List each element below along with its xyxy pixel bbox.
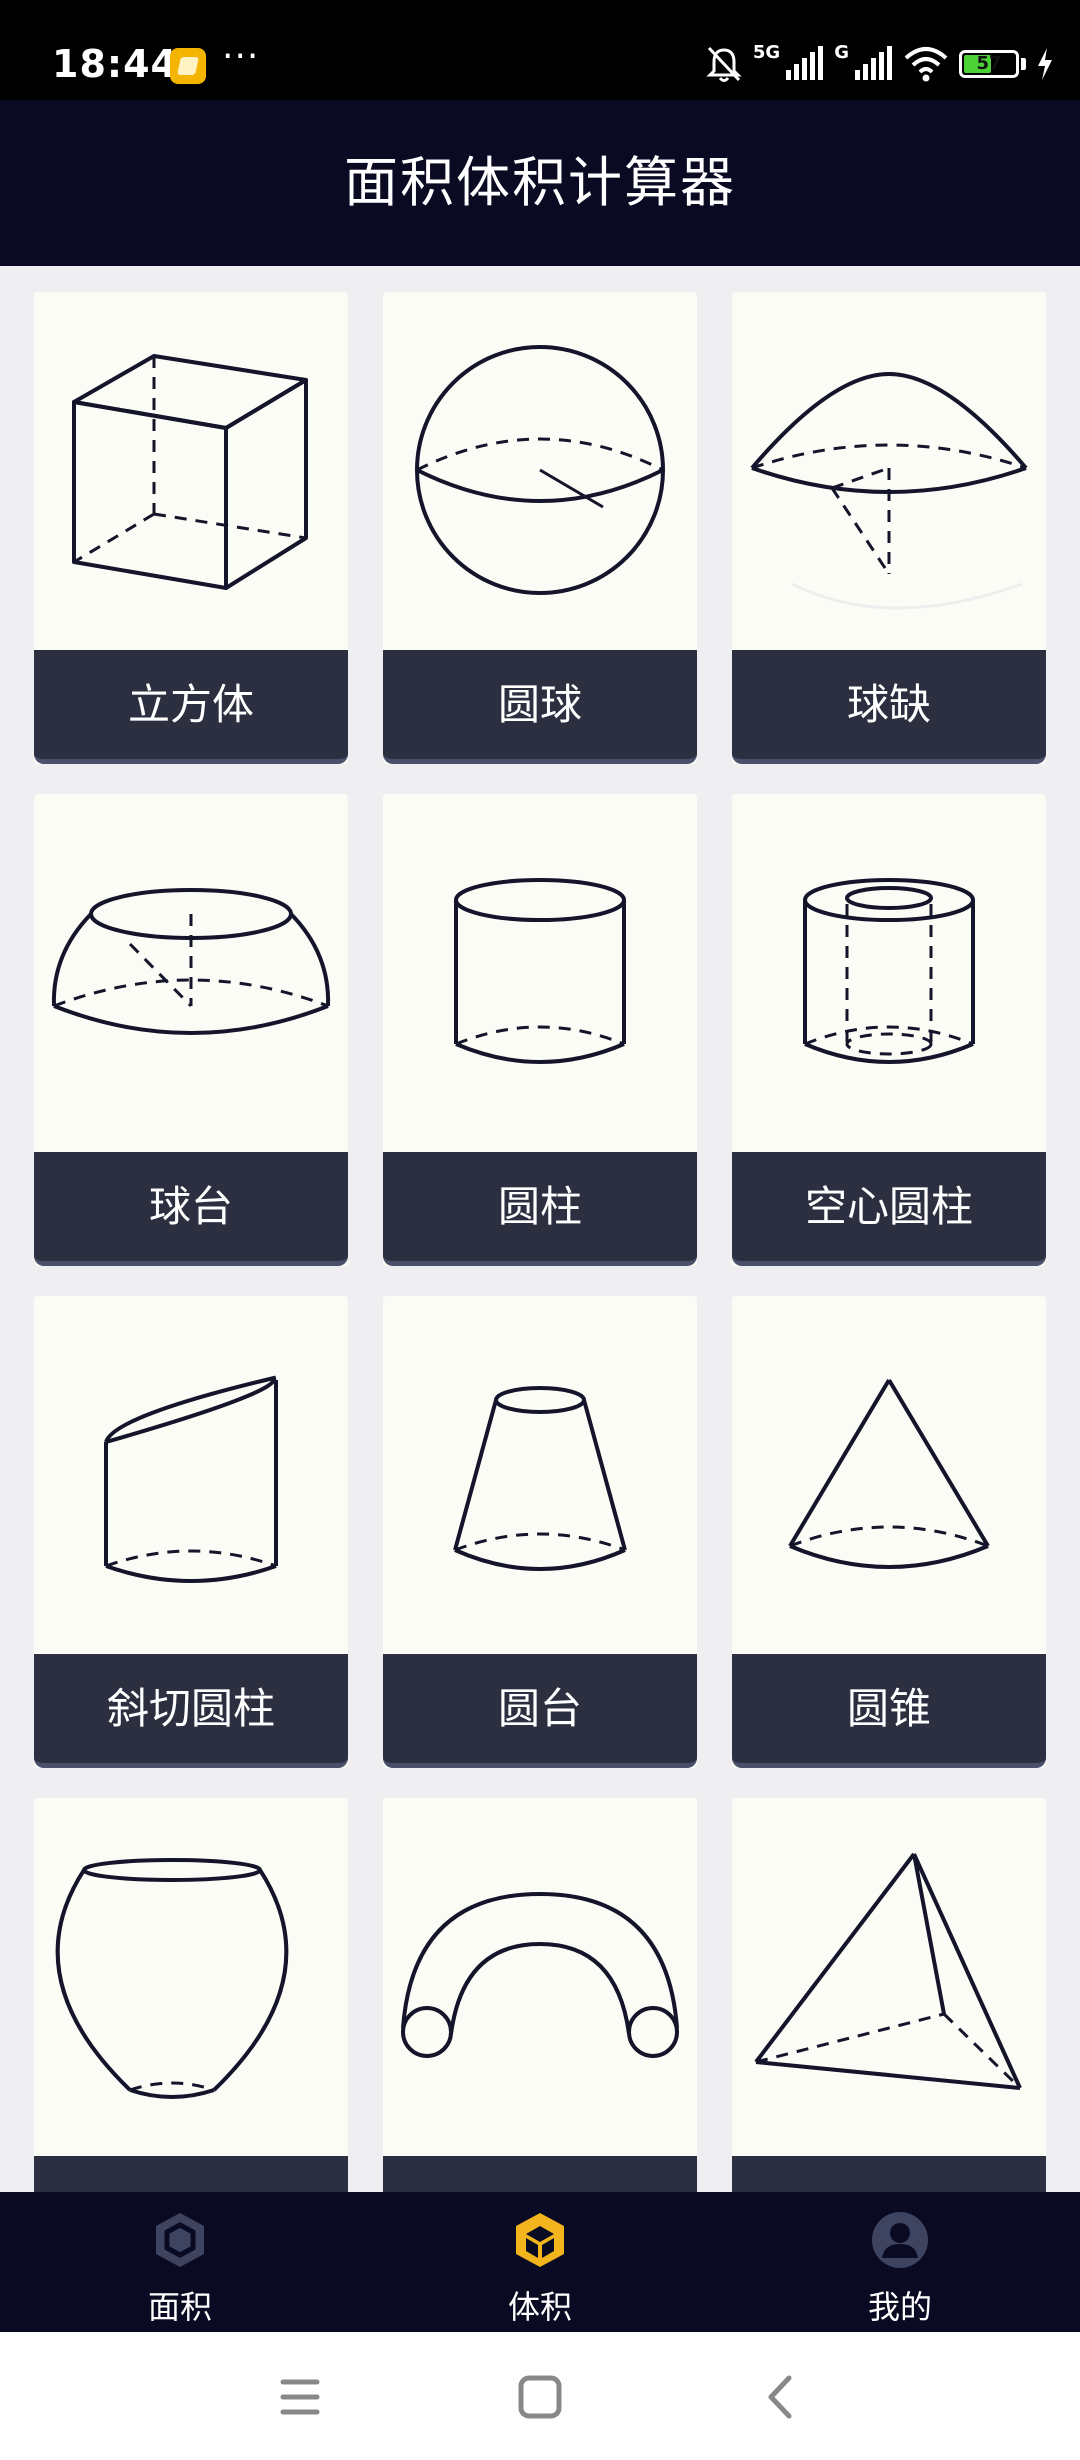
menu-icon[interactable] [265, 2362, 335, 2432]
shape-grid: 立方体 圆球 球缺 球台 圆柱 空心圆柱 斜切圆柱 圆台 圆锥 [34, 292, 1046, 2192]
cube-image [34, 292, 348, 650]
shape-label: 圆柱 [383, 1152, 697, 1266]
cylinder-image [383, 794, 697, 1152]
shape-card-cylinder[interactable]: 圆柱 [383, 794, 697, 1266]
shape-label: 空心圆柱 [732, 1152, 1046, 1266]
status-time: 18:44 [52, 42, 178, 86]
frustum-icon [453, 1386, 627, 1571]
cube-icon [72, 354, 308, 590]
shape-card-barrel[interactable] [34, 1798, 348, 2192]
tetrahedron-image [732, 1798, 1046, 2156]
nav-item-mine[interactable]: 我的 [800, 2192, 1000, 2332]
sphere-image [383, 292, 697, 650]
cone-icon [788, 1378, 990, 1569]
frustum-image [383, 1296, 697, 1654]
shape-label [383, 2156, 697, 2192]
shape-label: 斜切圆柱 [34, 1654, 348, 1768]
shape-card-cube[interactable]: 立方体 [34, 292, 348, 764]
signal-icon-2 [855, 46, 892, 80]
nav-label: 我的 [867, 2288, 932, 2326]
bottom-nav: 面积 体积 我的 [0, 2192, 1080, 2332]
hollow-cylinder-icon [803, 878, 975, 1064]
spherical-cap-icon [750, 371, 1028, 610]
nav-label: 面积 [147, 2288, 212, 2326]
shape-label [34, 2156, 348, 2192]
status-icons: 5G G 57 [705, 42, 1054, 86]
shape-card-cone[interactable]: 圆锥 [732, 1296, 1046, 1768]
tetrahedron-icon [754, 1852, 1022, 2090]
shape-label [732, 2156, 1046, 2192]
wifi-icon [904, 47, 948, 82]
shape-label: 球缺 [732, 650, 1046, 764]
status-bar: 18:44 ··· 5G G 57 [0, 0, 1080, 100]
shape-label: 圆锥 [732, 1654, 1046, 1768]
oblique-cylinder-icon [104, 1375, 278, 1583]
shape-card-tetrahedron[interactable] [732, 1798, 1046, 2192]
shape-label: 立方体 [34, 650, 348, 764]
mute-bell-icon [706, 46, 742, 82]
app-header: 面积体积计算器 [0, 100, 1080, 266]
shape-card-oblique-cylinder[interactable]: 斜切圆柱 [34, 1296, 348, 1768]
torus-image [383, 1798, 697, 2156]
battery-percent: 57 [976, 53, 1002, 74]
shape-card-spherical-segment[interactable]: 球台 [34, 794, 348, 1266]
shape-label: 球台 [34, 1152, 348, 1266]
shape-card-hollow-cylinder[interactable]: 空心圆柱 [732, 794, 1046, 1266]
system-nav-bar [0, 2332, 1080, 2460]
page-title: 面积体积计算器 [344, 151, 736, 214]
cylinder-icon [454, 878, 626, 1064]
battery-tip [1021, 58, 1026, 70]
spherical-segment-image [34, 794, 348, 1152]
shape-card-sphere[interactable]: 圆球 [383, 292, 697, 764]
nav-label: 体积 [507, 2288, 572, 2326]
network-type-1: 5G [752, 41, 781, 63]
spherical-cap-image [732, 292, 1046, 650]
shape-card-frustum[interactable]: 圆台 [383, 1296, 697, 1768]
sphere-icon [415, 345, 665, 595]
nav-item-area[interactable]: 面积 [80, 2192, 280, 2332]
hexagon-icon [156, 2213, 204, 2267]
battery-icon: 57 [959, 50, 1019, 78]
shape-card-spherical-cap[interactable]: 球缺 [732, 292, 1046, 764]
spherical-segment-icon [51, 888, 331, 1035]
shape-label: 圆球 [383, 650, 697, 764]
cone-image [732, 1296, 1046, 1654]
cube-gold-icon [516, 2213, 564, 2267]
shape-card-torus[interactable] [383, 1798, 697, 2192]
back-icon[interactable] [745, 2362, 815, 2432]
signal-icon [786, 46, 824, 80]
home-icon[interactable] [505, 2362, 575, 2432]
shape-label: 圆台 [383, 1654, 697, 1768]
nav-item-volume[interactable]: 体积 [440, 2192, 640, 2332]
charging-icon [1038, 48, 1052, 80]
more-notifications-icon: ··· [222, 36, 260, 77]
network-type-2: G [834, 41, 849, 63]
notes-app-icon [170, 48, 206, 84]
torus-icon [401, 1891, 679, 2058]
barrel-icon [55, 1858, 289, 2099]
user-icon [872, 2212, 928, 2268]
hollow-cylinder-image [732, 794, 1046, 1152]
barrel-image [34, 1798, 348, 2156]
oblique-cylinder-image [34, 1296, 348, 1654]
